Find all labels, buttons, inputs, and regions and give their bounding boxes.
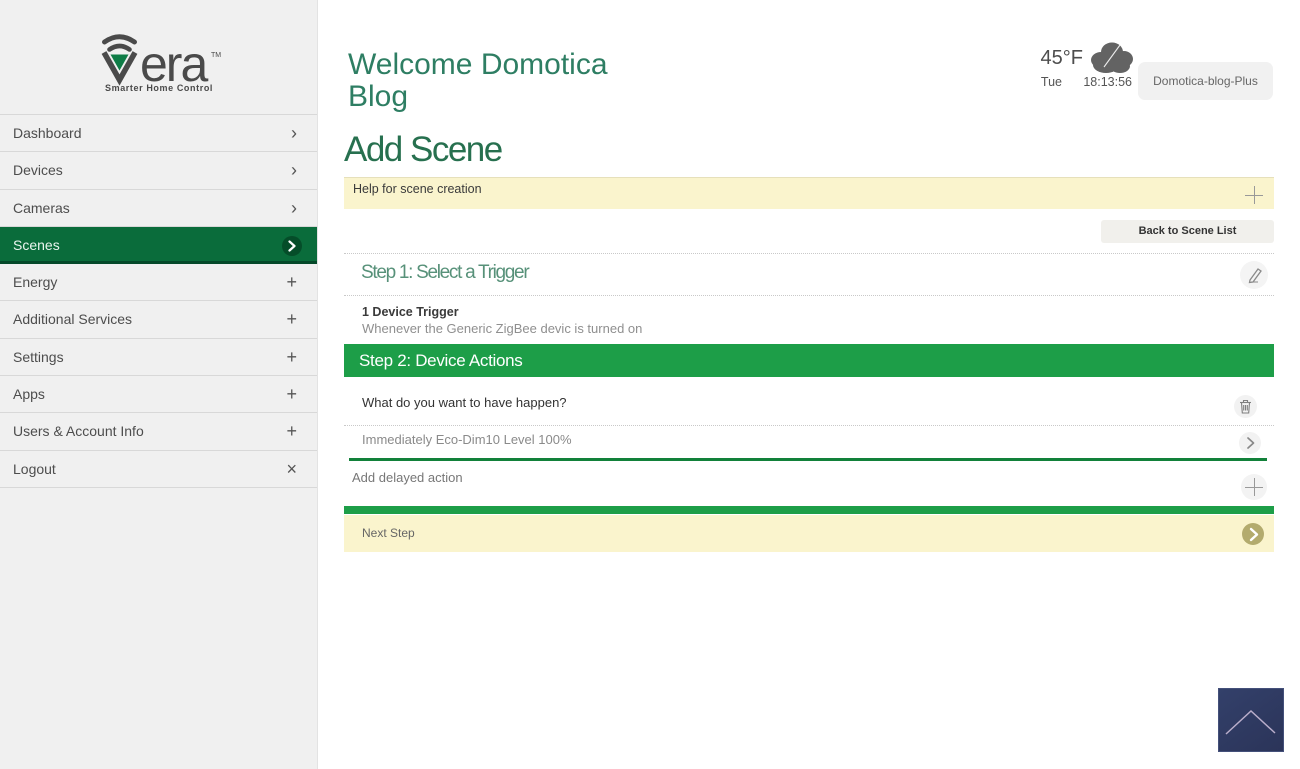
svg-text:Smarter Home Control: Smarter Home Control <box>105 83 213 93</box>
svg-text:TM: TM <box>211 52 221 59</box>
